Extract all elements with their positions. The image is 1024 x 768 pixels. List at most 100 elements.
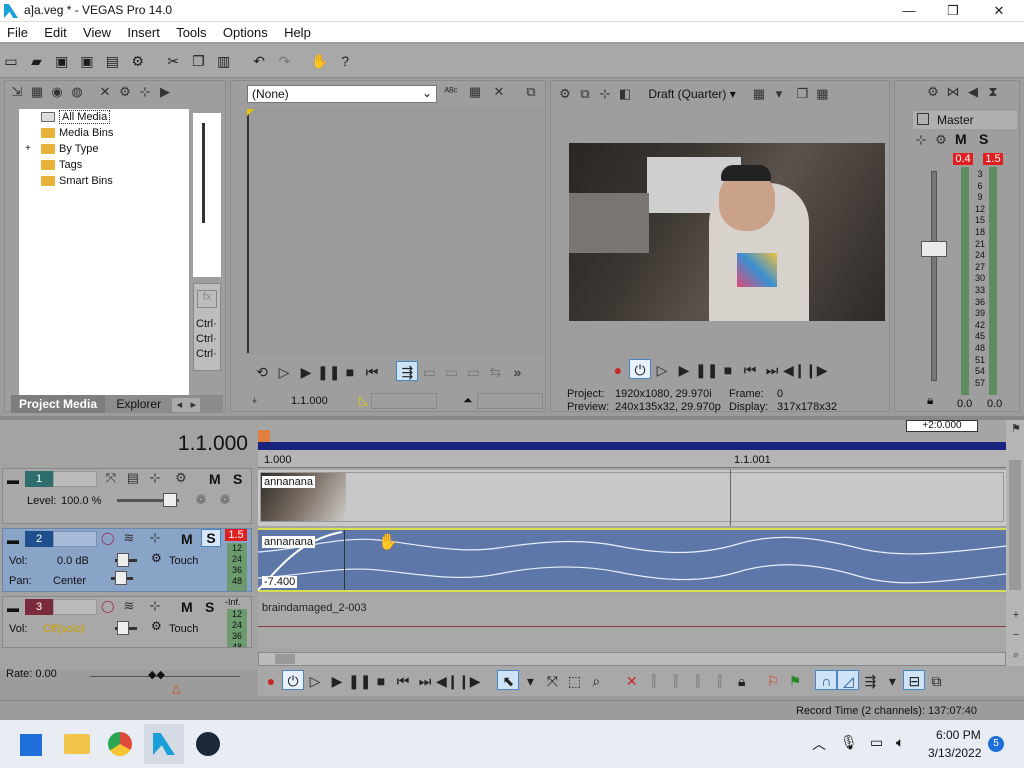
automation-icon[interactable]: ⊹	[145, 597, 165, 617]
zoom-in-icon[interactable]: +	[1006, 606, 1024, 626]
regions-icon[interactable]: ▦	[465, 83, 485, 103]
minimize-button[interactable]: —	[886, 0, 932, 22]
compositing-icon[interactable]: ⚙	[171, 469, 191, 489]
downmix-icon[interactable]: ⋈	[943, 83, 963, 103]
more-icon[interactable]: »	[506, 362, 528, 382]
delete-icon[interactable]: ✕	[621, 671, 643, 691]
loop-playback-icon[interactable]: ⏻	[282, 670, 304, 690]
file-explorer-icon[interactable]	[64, 734, 90, 754]
menu-edit[interactable]: Edit	[37, 22, 72, 40]
go-to-end-icon[interactable]: ⏭	[414, 671, 436, 691]
master-properties-icon[interactable]: ⚙	[931, 131, 951, 151]
pause-icon[interactable]: ❚❚	[695, 360, 718, 380]
lock-icon[interactable]: 🔒︎	[927, 393, 933, 408]
trim-icon[interactable]: ⫿	[643, 671, 665, 691]
rate-slider[interactable]	[90, 676, 240, 677]
pause-icon[interactable]: ❚❚	[317, 362, 340, 382]
pan-slider-handle[interactable]	[115, 571, 127, 585]
mute-icon[interactable]: M	[181, 599, 193, 615]
tab-explorer[interactable]: Explorer	[108, 395, 169, 413]
scrollbar-thumb[interactable]	[275, 654, 295, 664]
normal-edit-tool-icon[interactable]: ⬉	[497, 670, 520, 690]
go-to-start-icon[interactable]: ⏮	[739, 360, 761, 380]
automation-mode-icon[interactable]: ⚙	[151, 551, 162, 565]
next-frame-icon[interactable]: ❙▶	[805, 360, 828, 380]
collapse-icon[interactable]: ▬	[7, 601, 19, 615]
arm-record-icon[interactable]: ◯	[101, 599, 114, 613]
automation-mode[interactable]: Touch	[169, 623, 198, 635]
volume-icon[interactable]: 🔈︎	[896, 734, 904, 751]
steam-icon[interactable]	[196, 732, 220, 756]
horizontal-scrollbar[interactable]	[258, 652, 1006, 666]
auto-crossfade-icon[interactable]: ◿	[837, 670, 860, 690]
close-button[interactable]: ✕	[976, 0, 1022, 22]
views-icon[interactable]: ⊹	[135, 83, 155, 103]
automation-icon[interactable]: ⊹	[145, 529, 165, 549]
ripple-dropdown-icon[interactable]: ▾	[881, 671, 903, 691]
zoom-tool-icon[interactable]: ⌕	[585, 671, 607, 691]
tree-smart-bins[interactable]: Smart Bins	[19, 173, 189, 189]
trimmer-canvas[interactable]	[245, 107, 543, 355]
track-fx-icon[interactable]: ▤	[123, 469, 143, 489]
insert-region-icon[interactable]: ⚑	[784, 671, 806, 691]
mixer-gear-icon[interactable]: ⚙	[923, 83, 943, 103]
properties-gear-icon[interactable]: ⚙	[129, 52, 147, 70]
save-snapshot-icon[interactable]: ▦	[812, 85, 832, 105]
replace-icon[interactable]: ⇆	[484, 362, 506, 382]
tree-all-media[interactable]: All Media	[19, 109, 189, 125]
help-icon[interactable]: ?	[336, 52, 354, 70]
track-name-field[interactable]	[53, 531, 97, 547]
master-fader-handle[interactable]	[921, 241, 947, 257]
windows-start-icon[interactable]	[20, 734, 42, 756]
tree-media-bins[interactable]: Media Bins	[19, 125, 189, 141]
track-fx-icon[interactable]: ≋	[119, 597, 139, 617]
add-to-timeline-icon[interactable]: ⇶	[396, 361, 419, 381]
overlays-dropdown-icon[interactable]: ▾	[769, 85, 789, 105]
lock-envelopes-icon[interactable]: 🔒︎	[731, 671, 753, 691]
master-fx-chain-icon[interactable]: ⊹	[911, 131, 931, 151]
split-icon[interactable]: ⫿	[709, 671, 731, 691]
preview-quality-dropdown[interactable]: Draft (Quarter) ▾	[648, 87, 735, 101]
copy-snapshot-icon[interactable]: ❐	[792, 85, 812, 105]
track-effect-icon[interactable]: ❁	[191, 491, 211, 511]
tab-scroll-left-icon[interactable]: ◂	[172, 398, 187, 412]
play-from-start-icon[interactable]: ▷	[304, 671, 326, 691]
play-from-start-icon[interactable]: ▷	[651, 360, 673, 380]
automation-mode-icon[interactable]: ⚙	[151, 619, 162, 633]
fill-icon[interactable]: ▭	[462, 362, 484, 382]
collapse-icon[interactable]: ▬	[7, 473, 19, 487]
track-effect-2-icon[interactable]: ❁	[215, 491, 235, 511]
tab-scroll-right-icon[interactable]: ▸	[186, 398, 201, 412]
insert-marker-icon[interactable]: ⚐	[762, 671, 784, 691]
track-name-field[interactable]	[53, 471, 97, 487]
ripple-edit-icon[interactable]: ⇶	[859, 671, 881, 691]
get-media-icon[interactable]: ◉	[47, 83, 67, 103]
timeline-area[interactable]: +2:0.000 1.000 1.1.001 annanana annanana…	[258, 420, 1006, 666]
track-name-field[interactable]	[53, 599, 97, 615]
import-media-icon[interactable]: ⇲	[7, 83, 27, 103]
notification-badge[interactable]: 5	[988, 736, 1004, 752]
trim-end-icon[interactable]: ⫿	[687, 671, 709, 691]
spellcheck-icon[interactable]: ᴬᴮᶜ	[441, 83, 461, 103]
play-icon[interactable]: ▶	[326, 671, 348, 691]
track-1-header[interactable]: ▬ 1 ⤧ ▤ ⊹ ⚙ M S Level: 100.0 % ❁ ❁	[2, 468, 252, 524]
arm-record-icon[interactable]: ◯	[101, 531, 114, 545]
cut-icon[interactable]: ✂	[164, 52, 182, 70]
play-from-start-icon[interactable]: ▷	[273, 362, 295, 382]
stop-icon[interactable]: ■	[370, 671, 392, 691]
mute-icon[interactable]: M	[181, 531, 193, 547]
show-hidden-icons-icon[interactable]: ︿	[812, 734, 826, 754]
loop-region-bar[interactable]	[258, 442, 1006, 450]
automation-icon[interactable]: ⊹	[145, 469, 165, 489]
vertical-scrollbar[interactable]	[1009, 460, 1021, 590]
overwrite-icon[interactable]: ▭	[440, 362, 462, 382]
undo-icon[interactable]: ↶	[250, 52, 268, 70]
zoom-out-icon[interactable]: −	[1006, 626, 1024, 646]
expand-arrow-icon[interactable]: ▶	[155, 83, 175, 103]
edit-tool-dropdown-icon[interactable]: ▾	[519, 671, 541, 691]
go-to-start-icon[interactable]: ⏮	[392, 671, 414, 691]
track-motion-icon[interactable]: ⤧	[101, 469, 121, 489]
automation-mode[interactable]: Touch	[169, 555, 198, 567]
copy-icon[interactable]: ❐	[189, 52, 207, 70]
clear-icon[interactable]: ✕	[489, 83, 509, 103]
